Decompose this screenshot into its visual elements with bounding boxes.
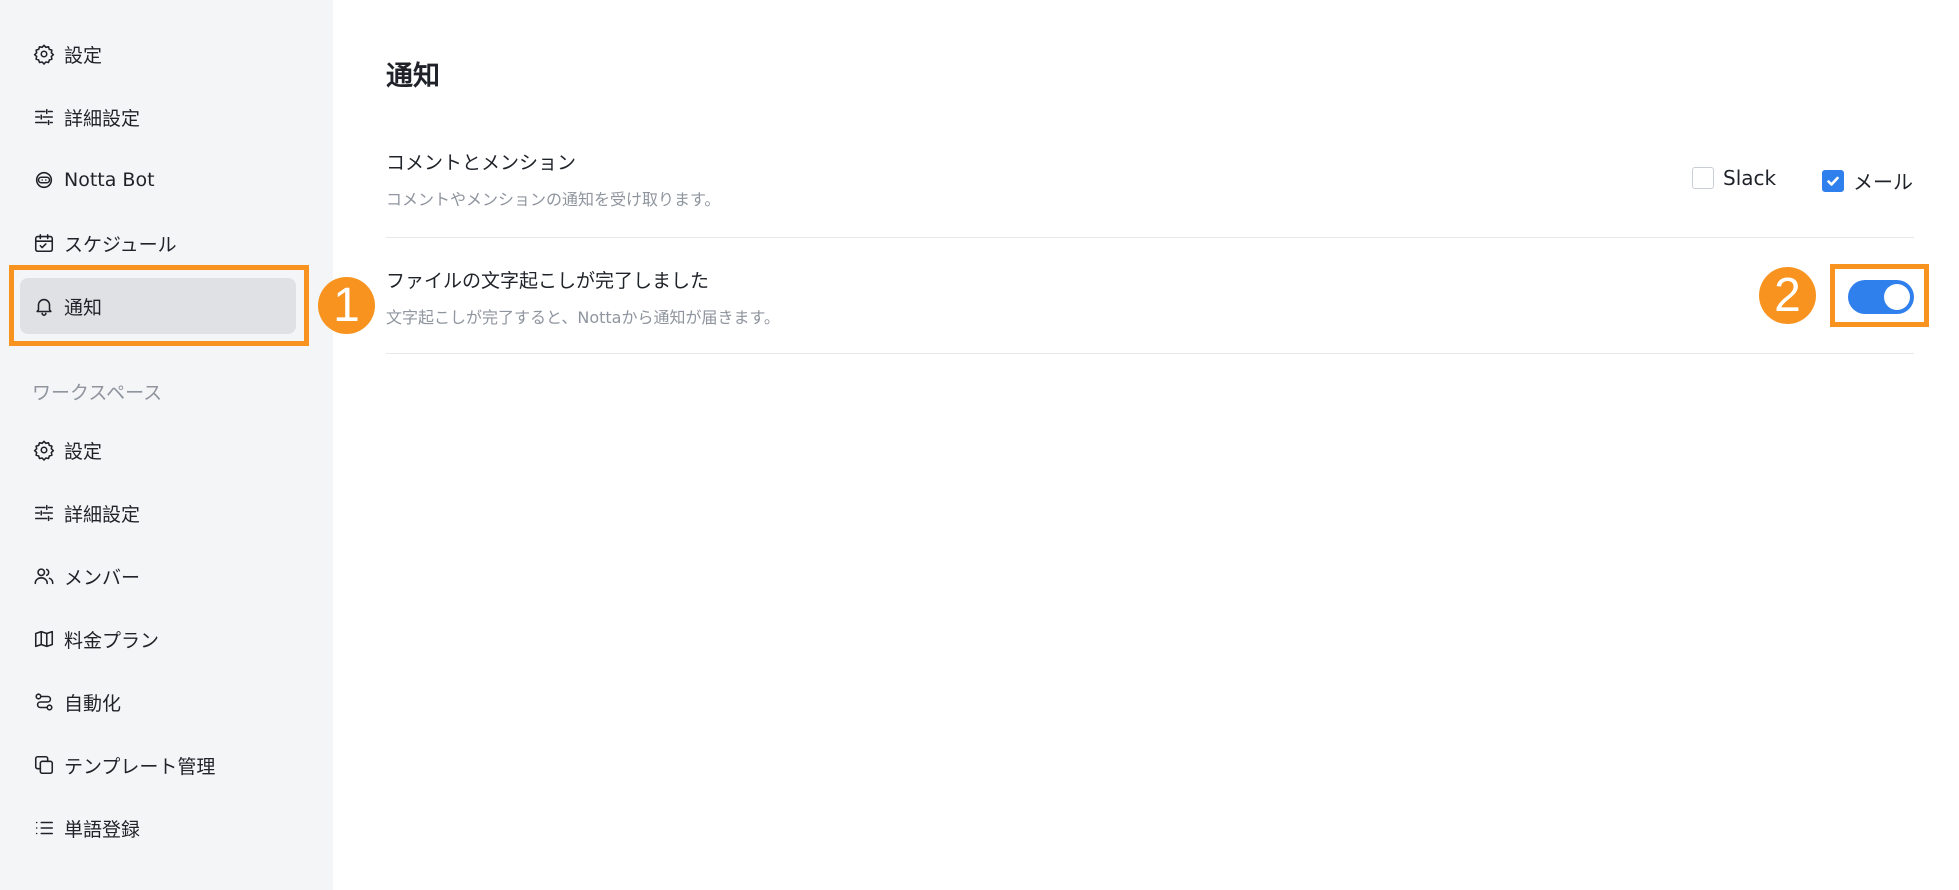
sidebar-item-pricing-plan[interactable]: 料金プラン: [20, 611, 296, 667]
sidebar-item-label: スケジュール: [64, 233, 177, 256]
email-checkbox-option[interactable]: メール: [1822, 166, 1913, 195]
sidebar-item-workspace-settings[interactable]: 設定: [20, 422, 296, 478]
sidebar-item-label: 単語登録: [64, 818, 141, 841]
sidebar-item-members[interactable]: メンバー: [20, 548, 296, 604]
setting-description-comments-mentions: コメントやメンションの通知を受け取ります。: [386, 190, 721, 209]
annotation-badge-2: 2: [1759, 267, 1816, 324]
sidebar-item-word-registration[interactable]: 単語登録: [20, 800, 296, 856]
sidebar-item-label: メンバー: [64, 566, 141, 589]
sidebar-item-automation[interactable]: 自動化: [20, 674, 296, 730]
sidebar-item-label: Notta Bot: [64, 169, 155, 191]
sidebar-item-label: 設定: [64, 440, 103, 463]
automation-icon: [32, 690, 56, 714]
sidebar: 設定 詳細設定 Notta Bot スケジュール 通知 ワークスペース 設定 詳…: [0, 0, 333, 890]
page-title: 通知: [386, 61, 440, 92]
check-icon: [1827, 176, 1839, 186]
annotation-badge-1: 1: [318, 277, 375, 334]
sidebar-item-workspace-advanced-settings[interactable]: 詳細設定: [20, 485, 296, 541]
setting-title-transcription-complete: ファイルの文字起こしが完了しました: [386, 270, 710, 292]
gear-icon: [32, 42, 56, 66]
sidebar-item-advanced-settings[interactable]: 詳細設定: [20, 89, 296, 145]
slack-checkbox-label: Slack: [1723, 166, 1777, 190]
sidebar-item-schedule[interactable]: スケジュール: [20, 215, 296, 271]
sidebar-item-label: 自動化: [64, 692, 122, 715]
users-icon: [32, 564, 56, 588]
sidebar-item-settings[interactable]: 設定: [20, 26, 296, 82]
divider: [386, 353, 1914, 354]
sidebar-item-template-management[interactable]: テンプレート管理: [20, 737, 296, 793]
email-checkbox[interactable]: [1822, 169, 1844, 192]
workspace-section-label: ワークスペース: [32, 382, 163, 404]
slack-checkbox[interactable]: [1692, 167, 1714, 189]
slack-checkbox-option[interactable]: Slack: [1692, 166, 1776, 190]
sidebar-item-notta-bot[interactable]: Notta Bot: [20, 152, 296, 208]
sidebar-item-label: 詳細設定: [64, 503, 141, 526]
gear-icon: [32, 438, 56, 462]
sidebar-item-label: 詳細設定: [64, 107, 141, 130]
sidebar-item-label: テンプレート管理: [64, 755, 216, 778]
annotation-highlight-2: [1830, 264, 1929, 327]
calendar-icon: [32, 231, 56, 255]
list-icon: [32, 816, 56, 840]
annotation-highlight-1: [9, 265, 309, 346]
email-checkbox-label: メール: [1853, 170, 1913, 194]
setting-description-transcription-complete: 文字起こしが完了すると、Nottaから通知が届きます。: [386, 308, 780, 327]
sliders-icon: [32, 105, 56, 129]
template-icon: [32, 753, 56, 777]
divider: [386, 237, 1914, 238]
sidebar-item-label: 料金プラン: [64, 629, 160, 652]
bot-icon: [32, 168, 56, 192]
sliders-icon: [32, 501, 56, 525]
sidebar-item-label: 設定: [64, 44, 103, 67]
setting-title-comments-mentions: コメントとメンション: [386, 152, 577, 174]
map-icon: [32, 627, 56, 651]
